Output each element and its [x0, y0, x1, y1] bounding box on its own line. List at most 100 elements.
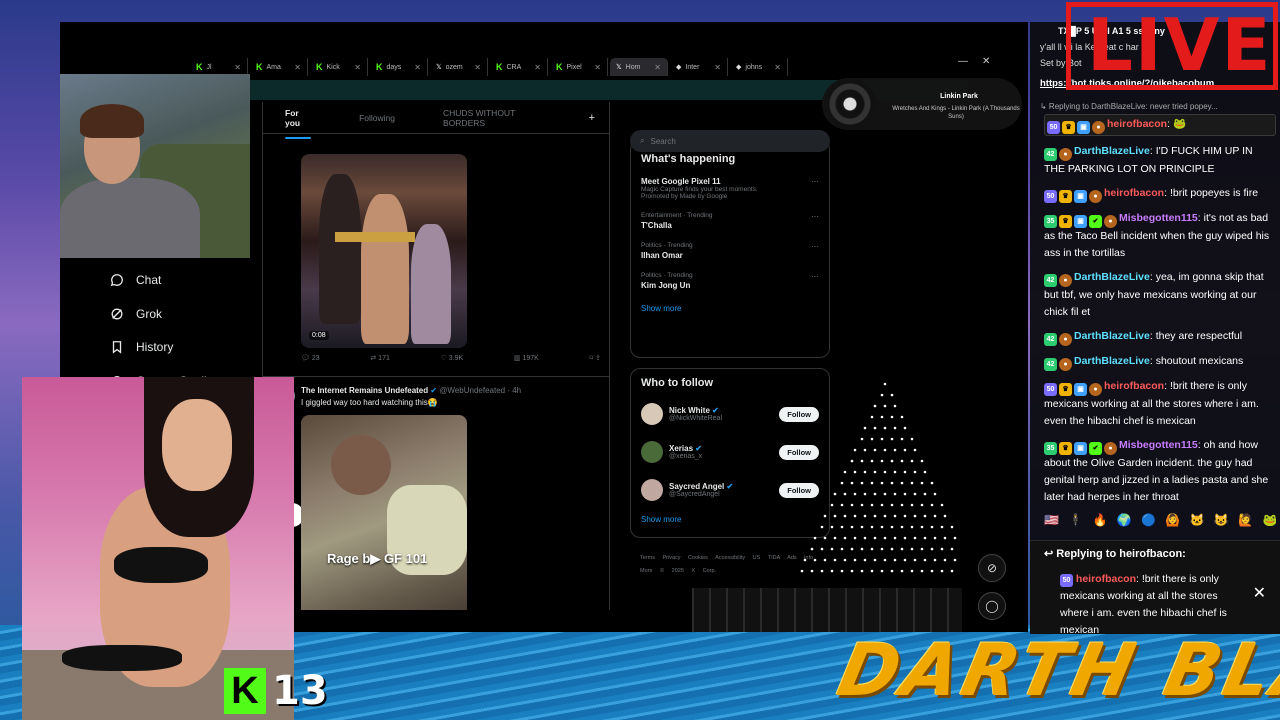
- particle-dot: [923, 536, 927, 540]
- trend-item[interactable]: Meet Google Pixel 11 Magic Capture finds…: [641, 177, 819, 200]
- user-avatar-icon: ●: [1104, 215, 1117, 228]
- chat-message[interactable]: 50 ♛ ▣ ● heirofbacon: !brit there is only me…: [1044, 378, 1276, 430]
- close-tab-icon[interactable]: ✕: [354, 63, 361, 72]
- more-icon[interactable]: ⋯: [811, 177, 819, 186]
- repost-count: 171: [378, 355, 390, 362]
- like-count: 3.9K: [448, 355, 464, 362]
- stream-overlay: K Jl ✕ K Ama ✕ K Kick ✕ Kdays ✕ 𝕏ozem ✕ K CRA ✕ K Pixel ✕ 𝕏…: [0, 0, 1280, 720]
- chat-message[interactable]: 35 ♛ ▣ ✔ ● Misbegotten115: oh and how about t…: [1044, 437, 1276, 506]
- particle-dot: [843, 492, 847, 496]
- chat-username[interactable]: DarthBlazeLive: [1074, 330, 1150, 342]
- particle-dot: [880, 569, 884, 573]
- grok-icon[interactable]: ⊘: [978, 554, 1006, 582]
- close-icon[interactable]: ✕: [1253, 583, 1266, 603]
- chat-username[interactable]: DarthBlazeLive: [1074, 145, 1150, 157]
- photo-swimwear-bottom: [62, 645, 182, 671]
- chat-message[interactable]: 35 ♛ ▣ ✔ ● Misbegotten115: it's not as bad as…: [1044, 210, 1276, 262]
- browser-tab[interactable]: ◆ Inter ✕: [670, 58, 728, 76]
- post-video[interactable]: 0:08: [301, 154, 467, 348]
- chat-message[interactable]: 42 ● DarthBlazeLive: shoutout mexicans: [1044, 353, 1276, 371]
- chat-username[interactable]: heirofbacon: [1107, 118, 1167, 130]
- particle-dot: [890, 481, 894, 485]
- browser-tab[interactable]: K CRA ✕: [490, 58, 548, 76]
- particle-dot: [893, 536, 897, 540]
- chat-message[interactable]: 42 ● DarthBlazeLive: yea, im gonna skip th…: [1044, 269, 1276, 321]
- particle-dot: [833, 514, 837, 518]
- minimize-icon[interactable]: —: [958, 56, 968, 67]
- close-window-icon[interactable]: ✕: [982, 56, 990, 67]
- tab-custom-list[interactable]: CHUDS WITHOUT BORDERS: [443, 108, 541, 128]
- chat-username[interactable]: heirofbacon: [1104, 187, 1164, 199]
- close-tab-icon[interactable]: ✕: [294, 63, 301, 72]
- particle-dot: [950, 569, 954, 573]
- trend-item[interactable]: Politics · Trending Ilhan Omar ⋯: [641, 242, 819, 260]
- particle-dot: [880, 547, 884, 551]
- particle-dot: [870, 547, 874, 551]
- messages-icon[interactable]: ◯: [978, 592, 1006, 620]
- chat-icon: [110, 274, 123, 287]
- close-tab-icon[interactable]: ✕: [594, 63, 601, 72]
- tab-for-you[interactable]: For you: [285, 108, 312, 139]
- level-badge: 50: [1044, 383, 1057, 396]
- show-more-link[interactable]: Show more: [641, 304, 819, 313]
- browser-tab[interactable]: K Pixel ✕: [550, 58, 608, 76]
- trend-item[interactable]: Politics · Trending Kim Jong Un ⋯: [641, 272, 819, 290]
- browser-tab[interactable]: 𝕏 Hom ✕: [610, 58, 668, 76]
- browser-tab[interactable]: ◆ johns ✕: [730, 58, 788, 76]
- browser-tab[interactable]: 𝕏ozem ✕: [430, 58, 488, 76]
- repost-button[interactable]: ⇄ 171: [370, 354, 390, 362]
- video-figure: [361, 194, 409, 344]
- author-name[interactable]: The Internet Remains Undefeated: [301, 386, 428, 395]
- more-icon[interactable]: ⋯: [811, 242, 819, 251]
- particle-dot: [893, 426, 897, 430]
- chat-message[interactable]: 50 ♛ ▣ ● heirofbacon: !brit popeyes is fire: [1044, 185, 1276, 203]
- close-tab-icon[interactable]: ✕: [774, 63, 781, 72]
- bookmark-button[interactable]: ⌑ ⇪: [590, 354, 601, 362]
- chat-message[interactable]: 42 ● DarthBlazeLive: they are respectful: [1044, 328, 1276, 346]
- particle-dot: [890, 437, 894, 441]
- particle-dot: [880, 415, 884, 419]
- chat-username[interactable]: heirofbacon: [1104, 380, 1164, 392]
- trend-item[interactable]: Entertainment · Trending T'Challa ⋯: [641, 212, 819, 230]
- close-tab-icon[interactable]: ✕: [234, 63, 241, 72]
- post-header: The Internet Remains Undefeated ✔ @WebUn…: [301, 386, 521, 395]
- browser-tab[interactable]: K Kick ✕: [310, 58, 368, 76]
- more-icon[interactable]: ⋯: [811, 272, 819, 281]
- particle-dot: [900, 481, 904, 485]
- avatar[interactable]: [641, 441, 663, 463]
- post-video[interactable]: Rage b▶ GF 101: [301, 415, 467, 610]
- video-duration: 0:08: [309, 331, 329, 340]
- close-tab-icon[interactable]: ✕: [654, 63, 661, 72]
- particle-dot: [920, 547, 924, 551]
- chat-username[interactable]: Misbegotten115: [1119, 212, 1198, 224]
- reply-button[interactable]: 💬︎ 23: [301, 354, 320, 362]
- particle-dot: [880, 481, 884, 485]
- close-tab-icon[interactable]: ✕: [414, 63, 421, 72]
- post[interactable]: The Internet Remains Undefeated ✔ @WebUn…: [263, 376, 609, 610]
- add-tab-icon[interactable]: +: [589, 112, 595, 124]
- chat-message[interactable]: 50 ♛ ▣ ● heirofbacon: 🐸: [1044, 114, 1276, 136]
- browser-tab[interactable]: K Ama ✕: [250, 58, 308, 76]
- tab-following[interactable]: Following: [359, 113, 395, 123]
- more-icon[interactable]: ⋯: [811, 212, 819, 221]
- like-button[interactable]: ♡ 3.9K: [441, 354, 464, 362]
- reply-composer: ↩ Replying to heirofbacon: 50 heirofbaco…: [1030, 540, 1280, 634]
- particle-dot: [910, 569, 914, 573]
- photo-swimwear-top: [114, 547, 208, 583]
- particle-dot: [870, 459, 874, 463]
- search-input[interactable]: ⌕ Search: [630, 130, 830, 152]
- views-button[interactable]: ▥ 197K: [514, 354, 539, 362]
- particle-dot: [860, 503, 864, 507]
- chat-username[interactable]: DarthBlazeLive: [1074, 355, 1150, 367]
- chat-username[interactable]: Misbegotten115: [1119, 439, 1198, 451]
- close-tab-icon[interactable]: ✕: [714, 63, 721, 72]
- chat-message[interactable]: 42 ● DarthBlazeLive: I'D FUCK HIM UP IN TH…: [1044, 143, 1276, 178]
- avatar[interactable]: [641, 403, 663, 425]
- close-tab-icon[interactable]: ✕: [474, 63, 481, 72]
- avatar[interactable]: [641, 479, 663, 501]
- browser-tab[interactable]: Kdays ✕: [370, 58, 428, 76]
- particle-dot: [920, 525, 924, 529]
- close-tab-icon[interactable]: ✕: [534, 63, 541, 72]
- particle-dot: [843, 470, 847, 474]
- chat-username[interactable]: DarthBlazeLive: [1074, 271, 1150, 283]
